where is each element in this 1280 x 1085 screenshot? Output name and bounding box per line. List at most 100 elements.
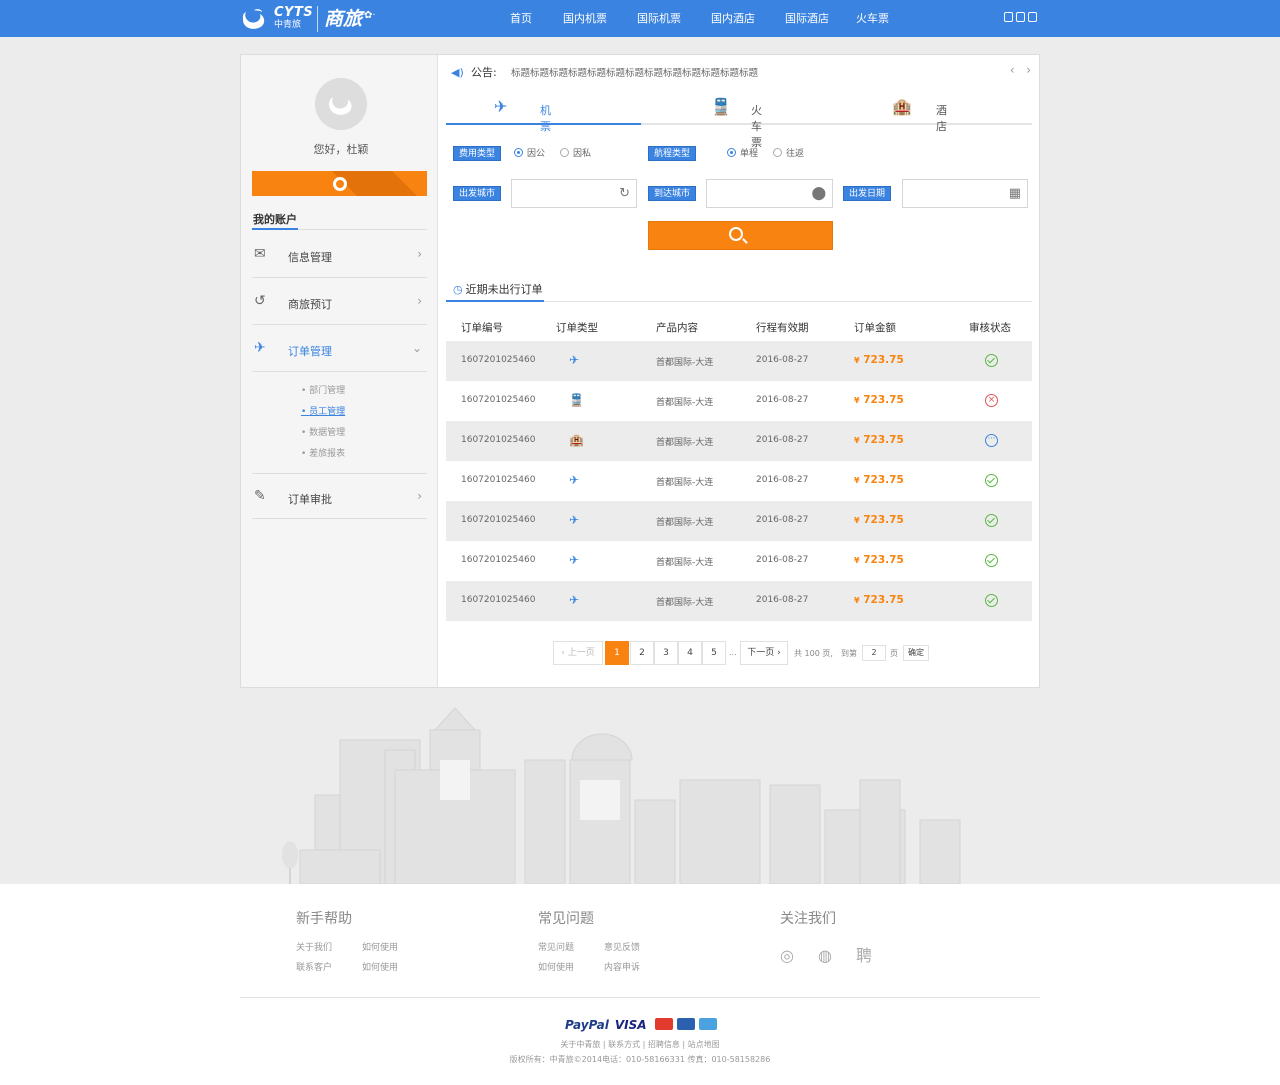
mastercard-icon bbox=[654, 1018, 673, 1030]
logo[interactable]: CYTS 中青旅 商旅 ✿· bbox=[240, 4, 400, 34]
trip-radio-oneway[interactable]: 单程 bbox=[727, 148, 758, 160]
page-1[interactable]: 1 bbox=[605, 641, 629, 665]
col-order-type: 订单类型 bbox=[556, 322, 598, 334]
logo-decoration: ✿· bbox=[364, 10, 376, 21]
table-row[interactable]: 1607201025460 ✈ 首都国际-大连 2016-08-27 ¥ 723.75 bbox=[446, 501, 1032, 541]
total-pages: 共 100 页, bbox=[794, 649, 833, 658]
orders-submenu: 部门管理 员工管理 数据管理 差旅报表 bbox=[301, 379, 345, 463]
fee-radio-business[interactable]: 因公 bbox=[514, 148, 545, 160]
col-order-id: 订单编号 bbox=[461, 322, 503, 334]
table-row[interactable]: 1607201025460 ✈ 首都国际-大连 2016-08-27 ¥ 723.75 bbox=[446, 461, 1032, 501]
sidebar-item-approval[interactable]: ✎ 订单审批 › bbox=[252, 473, 427, 519]
submenu-item-departments[interactable]: 部门管理 bbox=[301, 379, 345, 400]
footer-link[interactable]: 常见问题 bbox=[538, 938, 604, 958]
footer: 新手帮助 关于我们 如何使用 联系客户 如何使用 常见问题 常见问题 意见反馈 如何使… bbox=[0, 884, 1280, 1085]
col-validity: 行程有效期 bbox=[756, 322, 809, 334]
sidebar-item-label: 订单管理 bbox=[288, 345, 332, 358]
currency-symbol: ¥ bbox=[854, 596, 860, 605]
order-id: 1607201025460 bbox=[461, 435, 536, 445]
amex-icon bbox=[698, 1018, 717, 1030]
table-row[interactable]: 1607201025460 🏨 首都国际-大连 2016-08-27 ¥ 723.75 ·… bbox=[446, 421, 1032, 461]
mobile-icon[interactable] bbox=[1004, 12, 1013, 22]
table-row[interactable]: 1607201025460 ✈ 首都国际-大连 2016-08-27 ¥ 723.75 bbox=[446, 581, 1032, 621]
nav-domestic-hotels[interactable]: 国内酒店 bbox=[711, 12, 755, 26]
nav-domestic-flights[interactable]: 国内机票 bbox=[563, 12, 607, 26]
footer-col-help: 新手帮助 关于我们 如何使用 联系客户 如何使用 bbox=[296, 908, 428, 978]
order-amount: ¥ 723.75 bbox=[854, 514, 904, 526]
chevron-left-icon[interactable]: ‹ bbox=[1010, 63, 1015, 77]
weibo-icon[interactable]: ◎ bbox=[780, 946, 794, 965]
footer-link[interactable]: 如何使用 bbox=[362, 958, 428, 978]
footer-links[interactable]: 关于中青旅 | 联系方式 | 招聘信息 | 站点地图 bbox=[0, 1039, 1280, 1050]
depart-date-input[interactable]: ▦ bbox=[902, 179, 1028, 208]
footer-link[interactable]: 如何使用 bbox=[362, 938, 428, 958]
goto-confirm-button[interactable]: 确定 bbox=[903, 645, 929, 661]
footer-link[interactable]: 如何使用 bbox=[538, 958, 604, 978]
from-city-input[interactable]: ↻ bbox=[511, 179, 637, 208]
plane-icon: ✈ bbox=[569, 353, 580, 367]
wechat-icon[interactable]: ◍ bbox=[818, 946, 832, 965]
currency-symbol: ¥ bbox=[854, 476, 860, 485]
status-pending-icon: ··· bbox=[985, 434, 998, 447]
nav-intl-flights[interactable]: 国际机票 bbox=[637, 12, 681, 26]
chevron-right-icon: › bbox=[417, 247, 422, 261]
page-4[interactable]: 4 bbox=[678, 641, 702, 665]
nav-home[interactable]: 首页 bbox=[510, 12, 532, 26]
status-approved-icon bbox=[985, 474, 998, 487]
prev-page-button[interactable]: ‹ 上一页 bbox=[553, 641, 603, 665]
goto-page-input[interactable]: 2 bbox=[862, 645, 886, 661]
chevron-right-icon[interactable]: › bbox=[1026, 63, 1031, 77]
to-city-input[interactable]: ⬤ bbox=[706, 179, 833, 208]
nav-intl-hotels[interactable]: 国际酒店 bbox=[785, 12, 829, 26]
table-row[interactable]: 1607201025460 ✈ 首都国际-大连 2016-08-27 ¥ 723.75 bbox=[446, 541, 1032, 581]
table-row[interactable]: 1607201025460 ✈ 首都国际-大连 2016-08-27 ¥ 723.75 bbox=[446, 341, 1032, 381]
plane-icon: ✈ bbox=[569, 513, 580, 527]
sidebar-item-info[interactable]: ✉ 信息管理 › bbox=[252, 232, 427, 278]
sidebar-item-label: 商旅预订 bbox=[288, 298, 332, 311]
currency-symbol: ¥ bbox=[854, 516, 860, 525]
settings-button[interactable] bbox=[252, 171, 427, 196]
nav-trains[interactable]: 火车票 bbox=[856, 12, 889, 26]
submenu-item-data[interactable]: 数据管理 bbox=[301, 421, 345, 442]
sidebar-item-orders[interactable]: ✈ 订单管理 ⌄ bbox=[252, 326, 427, 372]
logo-brand: CYTS bbox=[274, 5, 314, 20]
submenu-item-reports[interactable]: 差旅报表 bbox=[301, 442, 345, 463]
footer-link[interactable]: 关于我们 bbox=[296, 938, 362, 958]
avatar-logo-icon bbox=[329, 97, 352, 115]
order-date: 2016-08-27 bbox=[756, 595, 809, 605]
visa-logo: VISA bbox=[614, 1018, 647, 1032]
search-button[interactable] bbox=[648, 221, 833, 250]
avatar[interactable] bbox=[315, 78, 367, 130]
page-2[interactable]: 2 bbox=[630, 641, 654, 665]
footer-link[interactable]: 意见反馈 bbox=[604, 938, 670, 958]
order-amount: ¥ 723.75 bbox=[854, 594, 904, 606]
col-status: 审核状态 bbox=[969, 322, 1011, 334]
order-product: 首都国际-大连 bbox=[656, 358, 714, 368]
plane-icon: ✈ bbox=[569, 593, 580, 607]
footer-col-follow: 关注我们 bbox=[780, 908, 836, 938]
status-approved-icon bbox=[985, 354, 998, 367]
page-3[interactable]: 3 bbox=[654, 641, 678, 665]
to-city-label: 到达城市 bbox=[648, 186, 697, 201]
radio-label: 单程 bbox=[740, 149, 759, 159]
table-row[interactable]: 1607201025460 🚆 首都国际-大连 2016-08-27 ¥ 723.75 × bbox=[446, 381, 1032, 421]
footer-link[interactable]: 内容申诉 bbox=[604, 958, 670, 978]
chevron-right-icon: › bbox=[417, 489, 422, 503]
next-page-button[interactable]: 下一页 › bbox=[740, 641, 788, 665]
footer-link[interactable]: 联系客户 bbox=[296, 958, 362, 978]
fee-radio-private[interactable]: 因私 bbox=[560, 148, 591, 160]
notice-text[interactable]: 标题标题标题标题标题标题标题标题标题标题标题标题标题 bbox=[511, 65, 758, 79]
order-id: 1607201025460 bbox=[461, 475, 536, 485]
order-product: 首都国际-大连 bbox=[656, 558, 714, 568]
submenu-item-employees[interactable]: 员工管理 bbox=[301, 400, 345, 421]
trip-radio-roundtrip[interactable]: 往返 bbox=[773, 148, 804, 160]
page-unit: 页 bbox=[890, 649, 898, 658]
sidebar-item-booking[interactable]: ↺ 商旅预订 › bbox=[252, 279, 427, 325]
currency-symbol: ¥ bbox=[854, 396, 860, 405]
footer-col-faq: 常见问题 常见问题 意见反馈 如何使用 内容申诉 bbox=[538, 908, 670, 978]
recruit-icon[interactable]: 聘 bbox=[856, 946, 872, 965]
pagination-ellipsis: ... bbox=[729, 648, 737, 657]
qrcode-icon[interactable] bbox=[1016, 12, 1025, 22]
app-icon[interactable] bbox=[1028, 12, 1037, 22]
page-5[interactable]: 5 bbox=[702, 641, 726, 665]
